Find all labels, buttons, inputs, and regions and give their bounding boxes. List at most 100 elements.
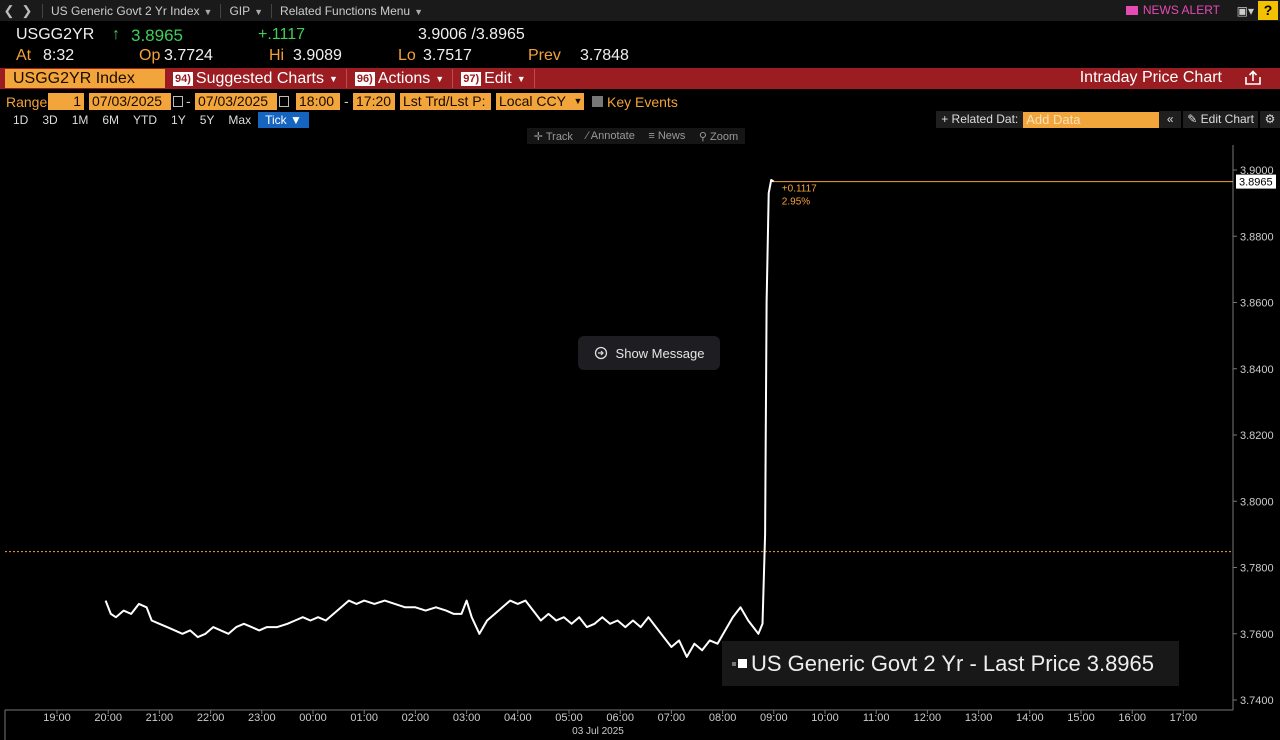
edit-menu[interactable]: 97) Edit ▼ [461,69,526,88]
prev-label: Prev [528,47,561,64]
news-icon: ≡ [648,130,655,142]
help-button[interactable]: ? [1258,1,1278,20]
currency-select[interactable]: Local CCY [496,93,572,110]
divider [220,3,222,18]
back-arrow-icon[interactable]: ❮ [0,3,18,19]
gip-label: GIP [229,3,251,18]
show-message-button[interactable]: Show Message [578,336,720,370]
track-tool[interactable]: ✛ Track [534,130,573,143]
chevron-down-icon[interactable]: ▼ [572,93,584,110]
legend-value: 3.8965 [1086,650,1155,676]
share-icon[interactable] [1244,70,1262,86]
actions-label: Actions [377,69,431,87]
divider [533,69,535,88]
price-type-select[interactable]: Lst Trd/Lst P: [400,93,491,110]
news-alert-button[interactable]: NEWS ALERT [1125,3,1220,17]
period-button[interactable]: Max [221,112,258,128]
chart-toolbar: ✛ Track ∕ Annotate ≡ News ⚲ Zoom [527,128,745,144]
top-menu-bar: ❮ ❯ US Generic Govt 2 Yr Index ▼ GIP ▼ Rel… [0,0,1280,21]
x-tick-label: 15:00 [1067,712,1095,724]
x-tick-label: 07:00 [658,712,686,724]
add-data-input[interactable] [1023,111,1160,128]
open-value: 3.7724 [164,47,213,64]
calendar-icon[interactable] [279,96,289,107]
period-button[interactable]: 1M [65,112,96,128]
at-time: 8:32 [43,47,75,64]
x-tick-label: 17:00 [1170,712,1198,724]
gear-icon[interactable]: ⚙ [1260,111,1280,128]
gip-menu[interactable]: GIP ▼ [227,4,265,18]
x-tick-label: 13:00 [965,712,993,724]
change-pct-annotation: 2.95% [782,197,810,208]
suggested-charts-menu[interactable]: 94) Suggested Charts ▼ [173,70,338,88]
x-tick-label: 00:00 [299,712,327,724]
security-field[interactable]: USGG2YR Index [5,69,165,88]
start-time-field[interactable]: 18:00 [296,93,340,110]
y-tick-label: 3.8000 [1240,496,1274,508]
window-menu-icon[interactable]: ▣▾ [1237,4,1254,18]
x-axis-date-label: 03 Jul 2025 [572,726,624,737]
period-button[interactable]: 6M [95,112,126,128]
annotate-tool[interactable]: ∕ Annotate [586,130,634,142]
related-functions-label: Related Functions Menu [280,3,411,18]
bid-ask: 3.9006 /3.8965 [418,26,525,43]
edit-label: Edit [484,69,512,87]
period-button[interactable]: 5Y [193,112,222,128]
period-button[interactable]: Tick ▼ [258,112,309,128]
period-button[interactable]: 3D [35,112,64,128]
annotate-icon: ∕ [586,130,589,142]
x-tick-label: 14:00 [1016,712,1044,724]
low-label: Lo [398,47,416,64]
x-tick-label: 08:00 [709,712,737,724]
y-tick-label: 3.7800 [1240,563,1274,575]
function-number: 94) [173,71,193,86]
range-row: Range 1 07/03/2025 - 07/03/2025 18:00 - … [0,93,1280,111]
up-arrow-icon: ↑ [112,26,120,43]
high-value: 3.9089 [293,47,342,64]
x-tick-label: 11:00 [863,712,890,724]
news-alert-label: NEWS ALERT [1142,3,1220,17]
edit-chart-button[interactable]: ✎ Edit Chart [1183,111,1258,128]
forward-arrow-icon[interactable]: ❯ [18,3,36,19]
ticker-symbol: USGG2YR [16,26,95,43]
function-number: 97) [461,71,482,86]
actions-menu[interactable]: 96) Actions ▼ [354,69,445,88]
last-price: 3.8965 [131,26,183,45]
start-date-field[interactable]: 07/03/2025 [89,93,171,110]
period-number-field[interactable]: 1 [48,93,84,110]
chart-legend: US Generic Govt 2 Yr - Last Price 3.8965 [722,641,1179,686]
legend-marker-small [732,661,736,666]
x-tick-label: 05:00 [555,712,583,724]
period-button[interactable]: YTD [126,112,164,128]
security-menu[interactable]: US Generic Govt 2 Yr Index ▼ [49,4,214,18]
chevron-down-icon: ▼ [435,73,445,84]
x-tick-label: 10:00 [811,712,839,724]
quote-row-1: USGG2YR ↑ 3.8965 +.1117 3.9006 /3.8965 [0,26,1280,48]
y-tick-label: 3.7600 [1240,629,1274,641]
change-annotation: +0.1117 [782,184,817,195]
security-menu-label: US Generic Govt 2 Yr Index [51,3,200,18]
function-number: 96) [354,71,375,86]
price-series-line[interactable] [104,178,775,658]
range-label: Range [6,94,48,110]
key-events-checkbox[interactable] [592,96,603,107]
x-tick-label: 04:00 [504,712,532,724]
period-button[interactable]: 1D [6,112,35,128]
period-selector: 1D 3D 1M 6M YTD 1Y 5Y Max Tick ▼ [6,112,309,128]
related-data-button[interactable]: + Related Dat: [936,111,1024,128]
end-date-field[interactable]: 07/03/2025 [195,93,277,110]
related-functions-menu[interactable]: Related Functions Menu ▼ [278,4,425,18]
legend-series-name: US Generic Govt 2 Yr - Last Price [751,650,1081,676]
x-tick-label: 01:00 [350,712,378,724]
divider [345,69,347,88]
calendar-icon[interactable] [173,96,183,107]
end-time-field[interactable]: 17:20 [353,93,395,110]
net-change: +.1117 [258,26,306,43]
range-dash: - [186,93,191,109]
collapse-chevrons-icon[interactable]: « [1159,111,1182,128]
envelope-icon [1125,5,1138,15]
news-tool[interactable]: ≡ News [648,130,685,142]
period-button[interactable]: 1Y [164,112,193,128]
zoom-tool[interactable]: ⚲ Zoom [699,130,738,143]
x-tick-label: 09:00 [760,712,788,724]
